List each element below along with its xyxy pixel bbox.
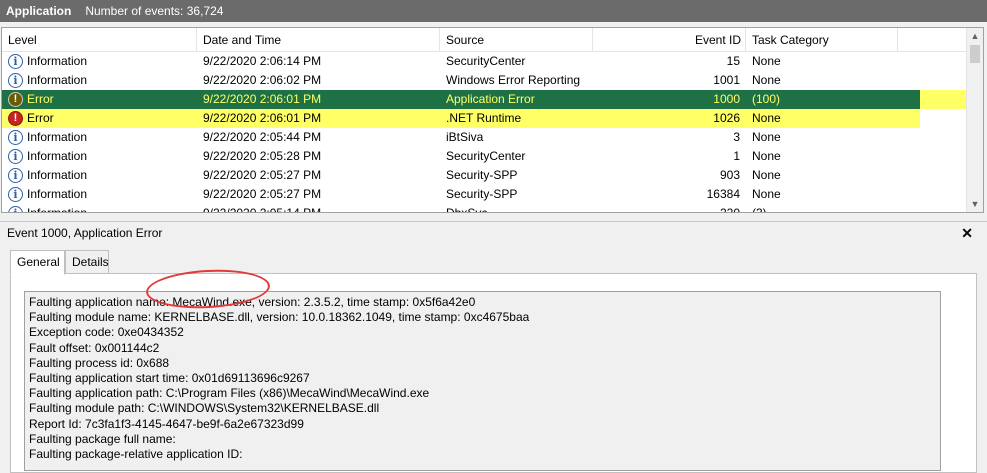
- cell-category: None: [752, 130, 781, 144]
- cell-source: Security-SPP: [446, 168, 518, 182]
- error-icon: !: [8, 92, 23, 107]
- cell-category: (3): [752, 206, 767, 213]
- cell-level: Error: [27, 92, 54, 106]
- event-list[interactable]: Level Date and Time Source Event ID Task…: [1, 27, 984, 213]
- event-row[interactable]: i Information 9/22/2020 2:06:02 PM Windows …: [2, 71, 968, 90]
- error-icon: !: [8, 111, 23, 126]
- cell-event-id: 220: [719, 206, 740, 213]
- cell-level: Information: [27, 206, 88, 213]
- cell-level: Information: [27, 73, 88, 87]
- description-line: Faulting module path: C:\WINDOWS\System3…: [29, 401, 380, 416]
- cell-category: None: [752, 73, 781, 87]
- info-icon: i: [8, 187, 23, 202]
- cell-date: 9/22/2020 2:06:01 PM: [203, 111, 322, 125]
- cell-event-id: 1: [733, 149, 740, 163]
- column-header-date[interactable]: Date and Time: [197, 28, 440, 52]
- cell-date: 9/22/2020 2:05:44 PM: [203, 130, 322, 144]
- event-row[interactable]: i Information 9/22/2020 2:05:27 PM Security…: [2, 185, 968, 204]
- description-line: Faulting package full name:: [29, 431, 176, 446]
- detail-title: Event 1000, Application Error: [7, 226, 163, 240]
- cell-date: 9/22/2020 2:06:02 PM: [203, 73, 322, 87]
- event-row[interactable]: ! Error 9/22/2020 2:06:01 PM Application Er…: [2, 90, 968, 109]
- cell-date: 9/22/2020 2:06:14 PM: [203, 54, 322, 68]
- cell-level: Information: [27, 187, 88, 201]
- cell-date: 9/22/2020 2:06:01 PM: [203, 92, 322, 106]
- scroll-down-icon[interactable]: ▼: [967, 196, 983, 212]
- info-icon: i: [8, 54, 23, 69]
- cell-level: Information: [27, 168, 88, 182]
- cell-event-id: 1001: [713, 73, 740, 87]
- cell-event-id: 1026: [713, 111, 740, 125]
- cell-date: 9/22/2020 2:05:28 PM: [203, 149, 322, 163]
- description-line: Fault offset: 0x001144c2: [29, 340, 160, 355]
- cell-level: Information: [27, 149, 88, 163]
- tab-general[interactable]: General: [10, 250, 65, 275]
- description-line: Faulting process id: 0x688: [29, 355, 170, 370]
- event-row[interactable]: i Information 9/22/2020 2:05:27 PM Security…: [2, 166, 968, 185]
- cell-source: Windows Error Reporting: [446, 73, 581, 87]
- description-line: Faulting application path: C:\Program Fi…: [29, 386, 430, 401]
- cell-date: 9/22/2020 2:05:27 PM: [203, 168, 322, 182]
- cell-level: Information: [27, 130, 88, 144]
- cell-category: None: [752, 168, 781, 182]
- scroll-thumb[interactable]: [970, 45, 980, 63]
- info-icon: i: [8, 149, 23, 164]
- scroll-up-icon[interactable]: ▲: [967, 28, 983, 44]
- description-line: Faulting application start time: 0x01d69…: [29, 370, 310, 385]
- cell-event-id: 1000: [713, 92, 740, 106]
- description-line: Report Id: 7c3fa1f3-4145-4647-be9f-6a2e6…: [29, 416, 304, 431]
- column-header-row: Level Date and Time Source Event ID Task…: [2, 28, 968, 52]
- event-row[interactable]: i Information 9/22/2020 2:05:44 PM iBtSiva 3…: [2, 128, 968, 147]
- event-description[interactable]: Faulting application name: MecaWind.exe,…: [24, 291, 941, 471]
- title-bar: Application Number of events: 36,724: [0, 0, 987, 22]
- cell-category: None: [752, 149, 781, 163]
- cell-date: 9/22/2020 2:05:14 PM: [203, 206, 322, 213]
- cell-source: SecurityCenter: [446, 54, 526, 68]
- cell-source: .NET Runtime: [446, 111, 522, 125]
- column-header-task-category[interactable]: Task Category: [746, 28, 898, 52]
- cell-source: iBtSiva: [446, 130, 484, 144]
- tab-details[interactable]: Details: [65, 250, 109, 274]
- event-row[interactable]: i Information 9/22/2020 2:05:14 PM DbxSvc 22…: [2, 204, 968, 213]
- info-icon: i: [8, 130, 23, 145]
- cell-source: DbxSvc: [446, 206, 488, 213]
- cell-event-id: 3: [733, 130, 740, 144]
- info-icon: i: [8, 168, 23, 183]
- cell-event-id: 903: [719, 168, 740, 182]
- cell-category: None: [752, 187, 781, 201]
- cell-event-id: 16384: [706, 187, 740, 201]
- description-line: Faulting package-relative application ID…: [29, 446, 243, 461]
- info-icon: i: [8, 73, 23, 88]
- description-line: Exception code: 0xe0434352: [29, 325, 184, 340]
- cell-date: 9/22/2020 2:05:27 PM: [203, 187, 322, 201]
- cell-event-id: 15: [726, 54, 740, 68]
- cell-category: None: [752, 54, 781, 68]
- cell-source: Security-SPP: [446, 187, 518, 201]
- info-icon: i: [8, 206, 23, 212]
- log-name: Application: [6, 4, 72, 18]
- column-header-source[interactable]: Source: [440, 28, 593, 52]
- vertical-scrollbar[interactable]: ▲ ▼: [966, 28, 983, 212]
- event-row[interactable]: i Information 9/22/2020 2:06:14 PM Security…: [2, 52, 968, 71]
- description-line: Faulting module name: KERNELBASE.dll, ve…: [29, 310, 530, 325]
- cell-category: None: [752, 111, 781, 125]
- cell-source: Application Error: [446, 92, 535, 106]
- column-header-event-id[interactable]: Event ID: [593, 28, 746, 52]
- cell-level: Error: [27, 111, 54, 125]
- close-icon[interactable]: ✕: [961, 222, 973, 244]
- event-row[interactable]: ! Error 9/22/2020 2:06:01 PM .NET Runtime 10…: [2, 109, 920, 128]
- column-header-level[interactable]: Level: [2, 28, 197, 52]
- cell-source: SecurityCenter: [446, 149, 526, 163]
- event-count: Number of events: 36,724: [85, 4, 224, 18]
- cell-category: (100): [752, 92, 781, 106]
- detail-header: Event 1000, Application Error ✕: [0, 221, 987, 245]
- event-row[interactable]: i Information 9/22/2020 2:05:28 PM Security…: [2, 147, 968, 166]
- cell-level: Information: [27, 54, 88, 68]
